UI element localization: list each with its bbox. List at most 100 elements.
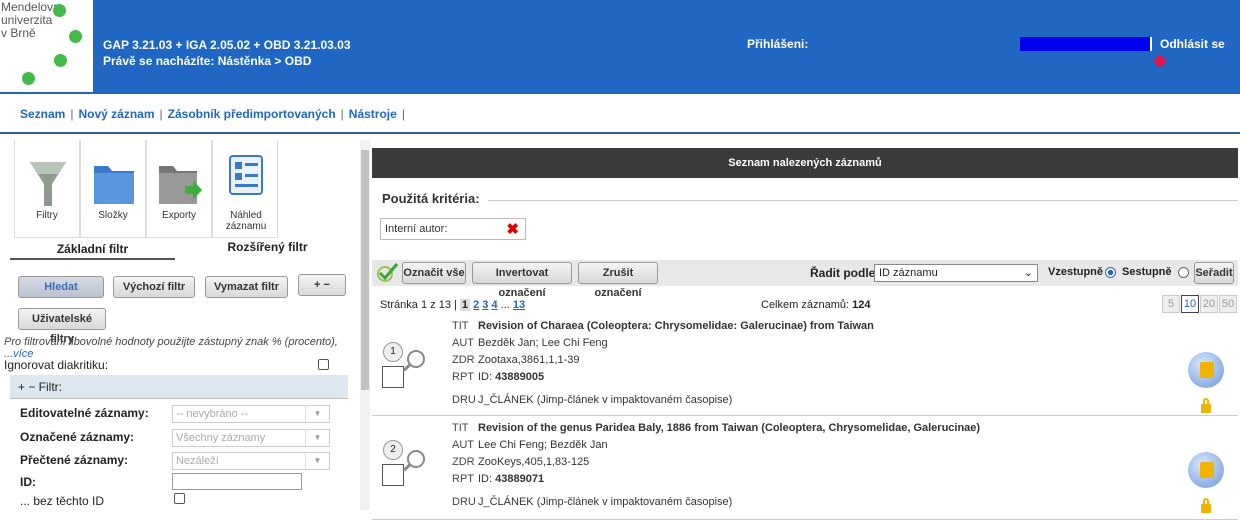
- nav-separator: |: [70, 107, 74, 121]
- record-authors-row: AUT Bezděk Jan; Lee Chi Feng: [452, 335, 874, 352]
- default-filter-button[interactable]: Výchozí filtr: [113, 276, 195, 298]
- chevron-down-icon: ▼: [305, 430, 329, 446]
- search-button[interactable]: Hledat: [18, 276, 104, 298]
- record-item: TIT Revision of Charaea (Coleoptera: Chry…: [372, 318, 1238, 416]
- without-ids-checkbox[interactable]: [174, 493, 185, 504]
- export-record-icon[interactable]: [1188, 452, 1224, 488]
- scrollbar-thumb[interactable]: [361, 150, 369, 390]
- hint-text: Pro filtrování libovolné hodnoty použijt…: [4, 336, 338, 360]
- field-key: DRU: [452, 496, 476, 508]
- results-title: Seznam nalezených záznamů: [372, 148, 1238, 178]
- record-source: Zootaxa,3861,1,1-39: [478, 354, 580, 366]
- total-count: 124: [852, 299, 871, 311]
- filter-row-label: Editovatelné záznamy:: [20, 406, 149, 420]
- nav-novy-zaznam[interactable]: Nový záznam: [78, 107, 154, 121]
- page-size-option[interactable]: 5: [1162, 295, 1180, 313]
- desc-label: Sestupně: [1122, 266, 1172, 278]
- clear-selection-button[interactable]: Zrušit označení: [578, 262, 658, 299]
- criteria-item: Interní autor: ✖: [380, 218, 526, 240]
- record-id-row: RPT ID: 43889071: [452, 471, 980, 488]
- logout-link[interactable]: Odhlásit se: [1160, 37, 1225, 51]
- record-number: 1: [383, 342, 403, 362]
- record-title-row: TIT Revision of the genus Paridea Baly, 1…: [452, 420, 980, 437]
- page-info-text: Stránka 1 z 13 |: [380, 299, 457, 311]
- user-filters-button[interactable]: Uživatelské filtry: [18, 308, 106, 345]
- chevron-down-icon: ⌄: [1023, 267, 1033, 279]
- magnifier-icon[interactable]: [407, 350, 425, 368]
- tab-basic-filter[interactable]: Základní filtr: [10, 242, 175, 260]
- sort-select[interactable]: ID záznamu ⌄: [874, 264, 1038, 282]
- id-prefix: ID:: [478, 371, 493, 383]
- left-scrollbar[interactable]: [360, 140, 370, 510]
- tool-filters[interactable]: Filtry: [14, 140, 80, 238]
- clear-filter-button[interactable]: Vymazat filtr: [205, 276, 288, 298]
- page-size-option[interactable]: 50: [1219, 295, 1237, 313]
- tool-preview-label: Náhled záznamu: [225, 210, 267, 232]
- tool-folders[interactable]: Složky: [80, 140, 146, 238]
- remove-criteria-icon[interactable]: ✖: [506, 220, 519, 240]
- lock-icon: [1201, 498, 1211, 513]
- record-title[interactable]: Revision of the genus Paridea Baly, 1886…: [478, 422, 980, 434]
- invert-selection-button[interactable]: Invertovat označení: [472, 262, 572, 299]
- check-all-icon[interactable]: [376, 262, 400, 284]
- select-value: -- nevybráno --: [176, 408, 249, 420]
- magnifier-icon[interactable]: [407, 450, 425, 468]
- page-link[interactable]: 3: [482, 299, 488, 311]
- id-input[interactable]: [172, 473, 302, 490]
- asc-radio[interactable]: [1105, 267, 1116, 278]
- chevron-down-icon: ▼: [305, 406, 329, 422]
- nav-nastroje[interactable]: Nástroje: [349, 107, 397, 121]
- sort-button[interactable]: Seřadit: [1194, 262, 1234, 284]
- select-value: Všechny záznamy: [176, 432, 266, 444]
- field-key: ZDR: [452, 456, 475, 468]
- record-item: TIT Revision of the genus Paridea Baly, 1…: [372, 420, 1238, 520]
- field-key: TIT: [452, 320, 469, 332]
- record-title[interactable]: Revision of Charaea (Coleoptera: Chrysom…: [478, 320, 874, 332]
- id-label: ID:: [20, 475, 36, 489]
- add-remove-filter-button[interactable]: + −: [298, 274, 346, 296]
- desc-radio[interactable]: [1178, 267, 1189, 278]
- export-record-icon[interactable]: [1188, 352, 1224, 388]
- page-size-option[interactable]: 20: [1200, 295, 1218, 313]
- logo-line-3: v Brně: [1, 26, 36, 40]
- select-value: Nezáleží: [176, 455, 219, 467]
- field-key: RPT: [452, 473, 474, 485]
- record-checkbox[interactable]: [382, 366, 404, 388]
- page-link[interactable]: 4: [491, 299, 497, 311]
- record-preview-icon: [229, 155, 263, 195]
- page-size-option-selected[interactable]: 10: [1181, 295, 1199, 313]
- tab-advanced-filter[interactable]: Rozšířený filtr: [185, 240, 350, 254]
- criteria-line: [488, 200, 1238, 201]
- record-source-row: ZDR Zootaxa,3861,1,1-39: [452, 352, 874, 369]
- ignore-diacritics-checkbox[interactable]: [318, 359, 329, 370]
- sort-select-value: ID záznamu: [879, 267, 938, 279]
- page-link[interactable]: 2: [473, 299, 479, 311]
- wildcard-hint: Pro filtrování libovolné hodnoty použijt…: [4, 336, 370, 360]
- tool-preview[interactable]: Náhled záznamu: [212, 140, 278, 238]
- record-type-row: DRU J_ČLÁNEK (Jimp-článek v impaktovaném …: [452, 392, 874, 409]
- editable-records-select[interactable]: -- nevybráno -- ▼: [172, 405, 330, 423]
- record-checkbox[interactable]: [382, 464, 404, 486]
- record-fields: TIT Revision of Charaea (Coleoptera: Chry…: [452, 318, 874, 409]
- filter-panel: Filtry Složky Exporty Náhled záznamu Zák…: [0, 140, 370, 510]
- logo-dot: [53, 4, 66, 17]
- tool-exports[interactable]: Exporty: [146, 140, 212, 238]
- record-authors-row: AUT Lee Chi Feng; Bezděk Jan: [452, 437, 980, 454]
- field-key: ZDR: [452, 354, 475, 366]
- asc-label: Vzestupně: [1048, 266, 1104, 278]
- mark-all-button[interactable]: Označit vše: [402, 262, 466, 284]
- nav-seznam[interactable]: Seznam: [20, 107, 65, 121]
- lock-icon: [1201, 398, 1211, 413]
- read-records-select[interactable]: Nezáleží ▼: [172, 452, 330, 470]
- results-toolbar: Označit vše Invertovat označení Zrušit o…: [372, 260, 1238, 299]
- id-prefix: ID:: [478, 473, 493, 485]
- university-logo[interactable]: Mendelova univerzita v Brně: [0, 0, 93, 92]
- record-id: 43889071: [495, 473, 545, 485]
- nav-zasobnik[interactable]: Zásobník předimportovaných: [168, 107, 336, 121]
- logout-icon[interactable]: [1152, 53, 1168, 69]
- record-type-row: DRU J_ČLÁNEK (Jimp-článek v impaktovaném …: [452, 494, 980, 511]
- page-link-last[interactable]: 13: [513, 299, 525, 311]
- filter-row-label: Přečtené záznamy:: [20, 453, 129, 467]
- marked-records-select[interactable]: Všechny záznamy ▼: [172, 429, 330, 447]
- filter-section-bar[interactable]: + − Filtr:: [10, 375, 348, 399]
